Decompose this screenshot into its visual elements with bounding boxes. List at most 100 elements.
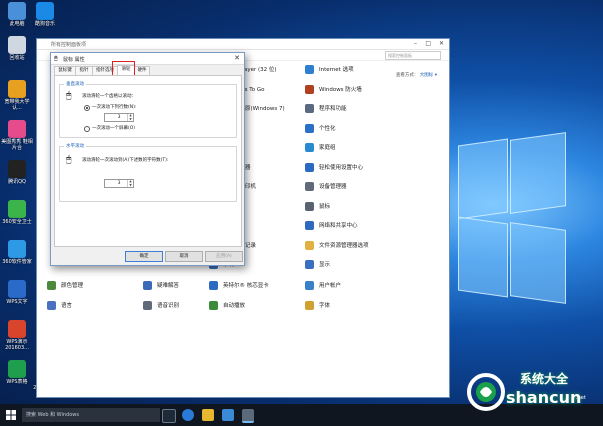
control-panel-item-icon <box>305 143 314 152</box>
tab-buttons[interactable]: 鼠标键 <box>54 66 76 75</box>
control-panel-item-icon <box>47 300 56 310</box>
edge-icon[interactable] <box>182 409 194 421</box>
desktop-icon[interactable]: 回收站 <box>0 36 34 61</box>
control-panel-item[interactable]: 显示 <box>305 260 330 270</box>
control-panel-item[interactable]: 个性化 <box>305 123 336 134</box>
desktop-icon[interactable]: 宽带我大学认... <box>0 80 34 111</box>
desktop-app-icon <box>8 360 26 378</box>
control-panel-item-label: 显示 <box>319 262 331 268</box>
control-panel-item[interactable]: 自动播放 <box>209 300 245 311</box>
control-panel-item[interactable]: 文件资源管理器选项 <box>305 240 369 251</box>
control-panel-item-label: 家庭组 <box>319 145 336 151</box>
horizontal-scroll-group: 水平滚动 🖱 滚动滑轮一次滚动到(A)下述数的字符数(T): 3 ▲ ▼ <box>59 143 237 202</box>
control-panel-item[interactable]: 字体 <box>305 300 331 311</box>
windows-start-icon[interactable] <box>6 410 16 420</box>
screen-radio[interactable] <box>84 126 90 132</box>
search-input[interactable]: 搜索控制面板 <box>385 51 441 60</box>
dialog-title: 鼠标 属性 <box>63 57 85 63</box>
control-panel-item[interactable]: 英特尔® 核芯显卡 <box>209 281 269 291</box>
control-panel-item[interactable]: 程序和功能 <box>305 104 347 114</box>
control-panel-item[interactable]: 颜色管理 <box>47 281 83 291</box>
store-icon[interactable] <box>222 409 234 421</box>
mouse-icon: 🖱 <box>54 55 58 62</box>
control-panel-item-label: 字体 <box>319 302 331 309</box>
control-panel-item-icon <box>305 123 314 133</box>
desktop-icon[interactable]: 酷狗音乐 <box>28 2 62 27</box>
tab-hardware[interactable]: 硬件 <box>134 66 150 75</box>
control-panel-item-icon <box>305 221 314 230</box>
desktop-app-icon <box>8 160 26 178</box>
file-explorer-icon[interactable] <box>202 409 214 421</box>
desktop-app-icon <box>8 200 26 218</box>
lines-stepper[interactable]: 3 ▲ ▼ <box>104 113 134 122</box>
desktop-icon[interactable]: 360安全卫士 <box>0 200 34 225</box>
desktop-icon-label: 回收站 <box>9 55 25 61</box>
desktop-icon-label: 宽带我大学认... <box>4 99 30 111</box>
vertical-scroll-title: 垂直滚动 <box>64 81 86 87</box>
stepper-arrows-icon[interactable]: ▲ ▼ <box>127 113 133 121</box>
close-icon[interactable]: ✕ <box>439 40 444 47</box>
control-panel-item[interactable]: Internet 选项 <box>305 65 354 75</box>
wheel-tab-panel: 垂直滚动 🖱 滚动滑轮一个齿格以滚动： 一次滚动下列行数(N): 3 ▲ ▼ 一次… <box>54 75 242 247</box>
task-view-icon[interactable] <box>162 409 176 423</box>
lines-radio[interactable] <box>84 105 90 111</box>
view-by-value[interactable]: 大图标 ▾ <box>420 73 437 78</box>
minimize-icon[interactable]: – <box>414 40 417 47</box>
control-panel-item[interactable]: 语音识别 <box>143 300 180 311</box>
control-panel-item-label: 程序和功能 <box>319 106 347 112</box>
tab-pointers[interactable]: 指针 <box>75 66 93 75</box>
maximize-icon[interactable]: □ <box>425 40 431 47</box>
desktop-app-icon <box>8 36 26 54</box>
control-panel-item-icon <box>305 260 314 269</box>
wheel-icon: 🖱 <box>66 155 72 165</box>
control-panel-item-label: 设备管理器 <box>319 184 347 190</box>
chars-stepper[interactable]: 3 ▲ ▼ <box>104 179 134 188</box>
control-panel-item-icon <box>305 65 314 74</box>
control-panel-taskbar-icon[interactable] <box>242 409 254 423</box>
control-panel-item-icon <box>305 281 314 290</box>
control-panel-titlebar: 所有控制面板项 – □ ✕ <box>37 39 449 50</box>
control-panel-item[interactable]: 设备管理器 <box>305 182 347 192</box>
control-panel-item-icon <box>305 201 314 211</box>
view-by[interactable]: 查看方式： 大图标 ▾ <box>396 72 437 78</box>
dialog-close-icon[interactable]: ✕ <box>234 54 240 62</box>
desktop-icon-label: WPS文字 <box>6 299 28 305</box>
apply-button[interactable]: 应用(A) <box>205 251 243 262</box>
control-panel-item[interactable]: 疑难解答 <box>143 281 179 291</box>
control-panel-item-label: 用户帐户 <box>319 283 342 289</box>
control-panel-item-label: 语音识别 <box>157 302 180 309</box>
control-panel-item-icon <box>143 300 152 310</box>
ok-button[interactable]: 确定 <box>125 251 163 262</box>
desktop-icon[interactable]: 腾讯QQ <box>0 160 34 185</box>
desktop-icon-label: 腾讯QQ <box>8 179 26 185</box>
vertical-prompt: 滚动滑轮一个齿格以滚动： <box>82 94 136 99</box>
watermark: 系统大全 shancun .net <box>464 370 598 422</box>
cancel-button[interactable]: 取消 <box>165 251 203 262</box>
control-panel-item-label: Windows 防火墙 <box>319 86 362 93</box>
watermark-en: shancun <box>506 388 582 407</box>
desktop-icon[interactable]: 美图秀秀 鞋相片合 <box>0 120 34 151</box>
desktop-icon[interactable]: 360软件管家 <box>0 240 34 265</box>
taskbar-search[interactable]: 搜索 Web 和 Windows <box>22 408 160 422</box>
control-panel-item[interactable]: 鼠标 <box>305 201 330 212</box>
control-panel-item[interactable]: 语言 <box>47 300 72 311</box>
desktop-app-icon <box>8 240 26 258</box>
desktop-icon[interactable]: WPS演示 201603... <box>0 320 34 351</box>
stepper-arrows-icon[interactable]: ▲ ▼ <box>127 179 133 187</box>
control-panel-item[interactable]: 轻松使用设置中心 <box>305 162 363 173</box>
screen-option-label: 一次滚动一个屏幕(O) <box>92 126 136 131</box>
mouse-properties-dialog: 🖱 鼠标 属性 ✕ 鼠标键 指针 指针选项 滑轮 硬件 垂直滚动 🖱 滚动滑轮一… <box>50 52 245 266</box>
control-panel-item-label: Internet 选项 <box>319 67 354 73</box>
desktop-icon-label: 360软件管家 <box>2 259 32 265</box>
horizontal-scroll-title: 水平滚动 <box>64 143 86 149</box>
desktop-icon-label: 酷狗音乐 <box>34 21 55 27</box>
control-panel-item-label: 疑难解答 <box>157 283 180 289</box>
desktop-app-icon <box>8 280 26 298</box>
chars-value: 3 <box>117 181 121 186</box>
control-panel-item[interactable]: 家庭组 <box>305 143 336 153</box>
control-panel-item[interactable]: 用户帐户 <box>305 281 341 291</box>
control-panel-item[interactable]: Windows 防火墙 <box>305 84 362 95</box>
desktop-icon[interactable]: WPS文字 <box>0 280 34 305</box>
control-panel-item[interactable]: 网络和共享中心 <box>305 221 358 231</box>
desktop-icon-label: 360安全卫士 <box>2 219 32 225</box>
